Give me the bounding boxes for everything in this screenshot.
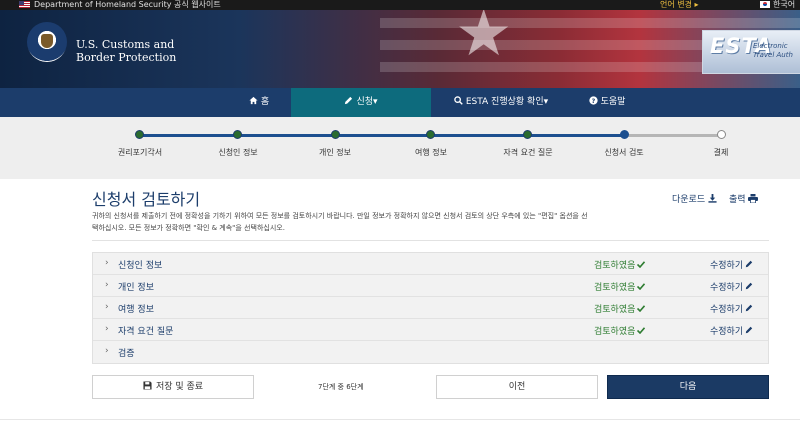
intro-line: 귀하의 신청서를 제출하기 전에 정확성을 기하기 위하여 모든 정보를 검토하… xyxy=(92,212,588,220)
step-dot-current xyxy=(620,130,629,139)
current-language[interactable]: 한국어 xyxy=(773,0,795,10)
section-label: 자격 요건 질문 xyxy=(118,327,174,337)
download-icon xyxy=(708,194,717,203)
pencil-icon xyxy=(745,326,753,334)
print-icon xyxy=(748,194,759,204)
status-reviewed: 검토하였음 xyxy=(594,258,646,271)
esta-logo-sub: Electronic xyxy=(753,42,788,50)
section-applicant-info[interactable]: › 신청인 정보 검토하였음 수정하기 xyxy=(93,253,768,275)
section-travel-info[interactable]: › 여행 정보 검토하였음 수정하기 xyxy=(93,297,768,319)
agency-name[interactable]: U.S. Customs and xyxy=(76,38,174,51)
progress-tracker: 권리포기각서 신청인 정보 개인 정보 여행 정보 자격 요건 질문 신청서 검… xyxy=(0,117,800,179)
check-icon xyxy=(637,283,646,291)
edit-link[interactable]: 수정하기 xyxy=(710,302,753,315)
flag-stripe xyxy=(380,18,800,28)
nav-home[interactable]: 홈 xyxy=(244,88,274,117)
nav-home-label: 홈 xyxy=(260,97,270,107)
divider xyxy=(92,240,769,241)
next-button[interactable]: 다음 xyxy=(607,375,769,399)
language-change-link[interactable]: 언어 변경 ▸ xyxy=(660,0,699,10)
section-label: 개인 정보 xyxy=(118,283,154,293)
svg-text:?: ? xyxy=(591,98,595,105)
status-reviewed: 검토하였음 xyxy=(594,280,646,293)
step-dot xyxy=(426,130,435,139)
status-reviewed: 검토하였음 xyxy=(594,302,646,315)
nav-help-label: 도움말 xyxy=(600,97,626,107)
gov-banner: Department of Homeland Security 공식 웹사이트 … xyxy=(0,0,800,10)
progress-track-remaining xyxy=(625,134,721,137)
star-icon: ★ xyxy=(455,10,513,71)
step-dot xyxy=(523,130,532,139)
chevron-right-icon: › xyxy=(105,346,109,356)
edit-link[interactable]: 수정하기 xyxy=(710,280,753,293)
check-icon xyxy=(637,261,646,269)
step-dot xyxy=(233,130,242,139)
page-title: 신청서 검토하기 xyxy=(92,190,201,209)
home-icon xyxy=(249,96,258,105)
download-button[interactable]: 다운로드 xyxy=(672,192,717,205)
print-label: 출력 xyxy=(729,195,746,205)
us-flag-icon xyxy=(19,1,30,8)
section-verification[interactable]: › 검증 xyxy=(93,341,768,363)
nav-apply-label: 신청 xyxy=(356,97,374,107)
intro-text: 귀하의 신청서를 제출하기 전에 정확성을 기하기 위하여 모든 정보를 검토하… xyxy=(92,210,662,234)
print-button[interactable]: 출력 xyxy=(729,192,759,205)
section-personal-info[interactable]: › 개인 정보 검토하였음 수정하기 xyxy=(93,275,768,297)
agency-name[interactable]: Border Protection xyxy=(76,51,176,64)
step-counter: 7단계 중 6단계 xyxy=(318,383,364,391)
esta-logo: ESTA Electronic Travel Auth xyxy=(702,30,800,74)
dhs-seal-icon[interactable] xyxy=(27,22,67,62)
korea-flag-icon xyxy=(760,1,770,8)
question-circle-icon: ? xyxy=(588,96,598,105)
step-label: 신청서 검토 xyxy=(604,148,644,157)
intro-line: 택하십시오. 모든 정보가 정확하면 "확인 & 계속"을 선택하십시오. xyxy=(92,224,285,232)
esta-logo-sub: Travel Auth xyxy=(753,51,793,59)
chevron-down-icon: ▾ xyxy=(543,97,549,107)
chevron-right-icon: › xyxy=(105,302,109,312)
check-icon xyxy=(637,327,646,335)
step-label: 자격 요건 질문 xyxy=(503,148,553,157)
chevron-right-icon: › xyxy=(105,258,109,268)
step-label: 여행 정보 xyxy=(415,148,447,157)
search-icon xyxy=(454,96,463,105)
pencil-icon xyxy=(745,282,753,290)
pencil-icon xyxy=(745,304,753,312)
nav-status[interactable]: ESTA 진행상황 확인▾ xyxy=(448,88,554,117)
step-dot xyxy=(135,130,144,139)
section-eligibility[interactable]: › 자격 요건 질문 검토하였음 수정하기 xyxy=(93,319,768,341)
previous-button[interactable]: 이전 xyxy=(436,375,598,399)
status-reviewed: 검토하였음 xyxy=(594,324,646,337)
edit-link[interactable]: 수정하기 xyxy=(710,324,753,337)
edit-link[interactable]: 수정하기 xyxy=(710,258,753,271)
step-label: 신청인 정보 xyxy=(218,148,258,157)
main-nav: 홈 신청▾ ESTA 진행상황 확인▾ ? 도움말 xyxy=(0,88,800,117)
chevron-right-icon: › xyxy=(105,280,109,290)
download-label: 다운로드 xyxy=(672,195,706,205)
chevron-down-icon: ▾ xyxy=(373,97,378,107)
step-dot-future xyxy=(717,130,726,139)
step-label: 개인 정보 xyxy=(319,148,351,157)
step-label: 권리포기각서 xyxy=(117,148,163,157)
step-label: 결제 xyxy=(713,148,729,157)
pencil-icon xyxy=(345,96,353,105)
progress-track xyxy=(139,134,625,137)
step-dot xyxy=(331,130,340,139)
section-label: 신청인 정보 xyxy=(118,261,163,271)
review-sections: › 신청인 정보 검토하였음 수정하기 › 개인 정보 검토하였음 수정하기 ›… xyxy=(92,252,769,364)
pencil-icon xyxy=(745,260,753,268)
section-label: 여행 정보 xyxy=(118,305,154,315)
chevron-right-icon: › xyxy=(105,324,109,334)
nav-status-label: ESTA 진행상황 확인 xyxy=(465,97,544,107)
save-exit-label: 저장 및 종료 xyxy=(155,382,204,392)
divider xyxy=(0,419,800,420)
nav-help[interactable]: ? 도움말 xyxy=(584,88,630,117)
save-exit-button[interactable]: 저장 및 종료 xyxy=(92,375,254,399)
floppy-disk-icon xyxy=(143,381,152,390)
section-label: 검증 xyxy=(118,349,135,359)
nav-apply[interactable]: 신청▾ xyxy=(291,88,431,117)
check-icon xyxy=(637,305,646,313)
gov-notice: Department of Homeland Security 공식 웹사이트 xyxy=(34,0,221,9)
